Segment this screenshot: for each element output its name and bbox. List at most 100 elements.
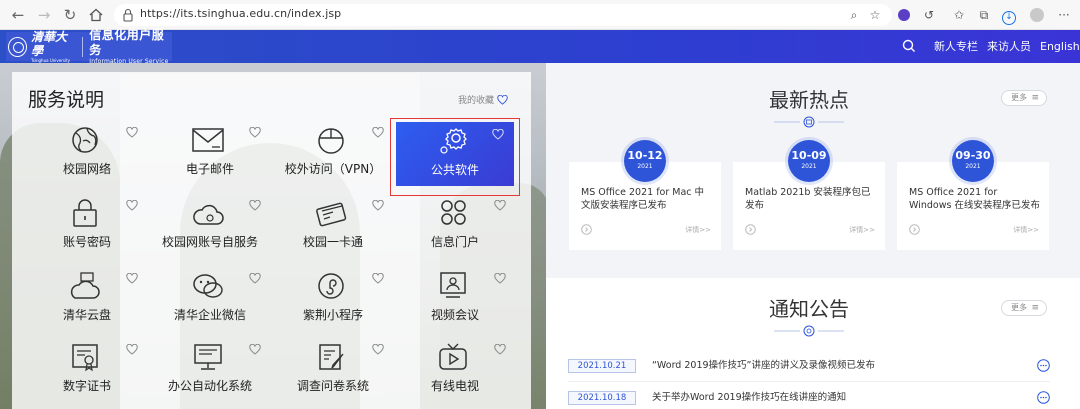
forward-icon[interactable]: → <box>34 5 54 25</box>
service-tile-label: 校园网账号自服务 <box>161 235 258 249</box>
logo-divider <box>82 36 84 57</box>
service-tile[interactable]: 校园网络 <box>26 120 148 190</box>
hot-news-title[interactable]: MS Office 2021 for Mac 中文版安装程序已发布 <box>581 186 713 212</box>
hot-news-title[interactable]: MS Office 2021 for Windows 在线安装程序已发布 <box>909 186 1041 212</box>
service-tile[interactable]: 数字证书 <box>26 337 148 407</box>
cloud-gear-icon <box>190 198 226 228</box>
notice-title: 通知公告 <box>769 297 849 321</box>
service-tile-label: 调查问卷系统 <box>296 379 369 393</box>
more-dots-icon[interactable] <box>1037 359 1050 372</box>
favorite-heart-icon[interactable] <box>249 123 261 138</box>
notice-text[interactable]: 关于举办Word 2019操作技巧在线讲座的通知 <box>652 391 846 405</box>
service-tile[interactable]: 账号密码 <box>26 193 148 263</box>
service-tile[interactable]: 信息门户 <box>394 193 516 263</box>
service-tile-label: 视频会议 <box>430 308 479 322</box>
service-tile-label: 清华云盘 <box>62 308 111 322</box>
notice-date: 2021.10.18 <box>568 391 636 405</box>
service-tile[interactable]: 有线电视 <box>394 337 516 407</box>
favorite-heart-icon[interactable] <box>126 340 138 355</box>
service-tile[interactable]: 清华企业微信 <box>149 266 271 336</box>
service-tile[interactable]: 校外访问（VPN） <box>272 120 394 190</box>
site-header: 清華大學 Tsinghua University 信息化用户服务 Informa… <box>0 28 1080 65</box>
zoom-icon[interactable]: ⌕ <box>845 6 863 24</box>
collections-icon[interactable]: ⧉ <box>975 6 993 24</box>
heart-icon <box>497 94 508 105</box>
more-dots-icon[interactable] <box>1037 391 1050 404</box>
favorite-heart-icon[interactable] <box>494 340 506 355</box>
favorites-icon[interactable]: ✩ <box>950 6 968 24</box>
more-menu-icon[interactable]: ··· <box>1055 6 1073 24</box>
download-icon[interactable]: ↓ <box>1000 6 1018 25</box>
lock-icon <box>123 8 133 22</box>
cloud-disk-icon <box>67 271 103 301</box>
hot-news-detail-link[interactable]: 详情>> <box>1013 225 1039 235</box>
favorite-heart-icon[interactable] <box>249 340 261 355</box>
favorite-heart-icon[interactable] <box>372 269 384 284</box>
favorite-heart-icon[interactable] <box>372 340 384 355</box>
service-tile[interactable]: 视频会议 <box>394 266 516 336</box>
arrow-circle-icon[interactable] <box>745 224 756 235</box>
profile-avatar[interactable] <box>1028 6 1046 24</box>
service-tile-label: 校园一卡通 <box>302 235 363 249</box>
hot-news-year: 2021 <box>965 163 981 170</box>
hot-more-button[interactable]: 更多 <box>1001 90 1047 106</box>
hot-news-date: 10-09 <box>791 149 827 162</box>
notice-divider <box>568 381 1050 382</box>
home-icon[interactable] <box>86 5 106 25</box>
favorite-heart-icon[interactable] <box>249 269 261 284</box>
service-tile[interactable]: 校园一卡通 <box>272 193 394 263</box>
search-icon[interactable] <box>901 38 917 54</box>
nav-newcomers[interactable]: 新人专栏 <box>934 39 978 54</box>
notice-more-button[interactable]: 更多 <box>1001 300 1047 316</box>
favorite-heart-icon[interactable] <box>494 269 506 284</box>
selection-highlight-box <box>390 118 520 196</box>
reload-icon[interactable]: ↻ <box>60 5 80 25</box>
nav-visitors[interactable]: 来访人员 <box>987 39 1031 54</box>
service-tile[interactable]: 紫荆小程序 <box>272 266 394 336</box>
my-favorites-link[interactable]: 我的收藏 <box>458 93 508 106</box>
browser-toolbar: ← → ↻ https://its.tsinghua.edu.cn/index.… <box>0 0 1080 30</box>
hot-news-detail-link[interactable]: 详情>> <box>849 225 875 235</box>
hot-news-date-badge: 10-09 2021 <box>788 140 830 182</box>
envelope-icon <box>190 125 226 155</box>
grid-icon <box>435 198 471 228</box>
title-decoration-icon <box>774 116 844 128</box>
hot-news-year: 2021 <box>637 163 653 170</box>
services-title: 服务说明 <box>28 89 105 111</box>
notice-text[interactable]: “Word 2019操作技巧”讲座的讲义及录像视频已发布 <box>652 359 875 373</box>
hot-news-detail-link[interactable]: 详情>> <box>685 225 711 235</box>
arrow-circle-icon[interactable] <box>581 224 592 235</box>
extension-icon[interactable] <box>895 6 913 24</box>
service-tile[interactable]: 办公自动化系统 <box>149 337 271 407</box>
favorite-heart-icon[interactable] <box>249 196 261 211</box>
favorite-heart-icon[interactable] <box>126 196 138 211</box>
hot-news-date-badge: 10-12 2021 <box>624 140 666 182</box>
tv-icon <box>435 342 471 372</box>
favorite-heart-icon[interactable] <box>372 123 384 138</box>
service-tile-label: 紫荆小程序 <box>302 308 363 322</box>
address-bar[interactable]: https://its.tsinghua.edu.cn/index.jsp <box>114 4 892 26</box>
notice-row[interactable]: 2021.10.21 “Word 2019操作技巧”讲座的讲义及录像视频已发布 <box>568 359 1050 382</box>
favorite-heart-icon[interactable] <box>126 269 138 284</box>
vpn-icon <box>313 125 349 155</box>
favorite-heart-icon[interactable] <box>126 123 138 138</box>
service-tile[interactable]: 清华云盘 <box>26 266 148 336</box>
service-tile[interactable]: 电子邮件 <box>149 120 271 190</box>
notice-date: 2021.10.21 <box>568 359 636 373</box>
nav-english[interactable]: English <box>1040 39 1080 54</box>
arrow-circle-icon[interactable] <box>909 224 920 235</box>
service-title: 信息化用户服务 <box>89 27 165 57</box>
hot-news-date: 09-30 <box>955 149 991 162</box>
service-tile-label: 有线电视 <box>430 379 479 393</box>
refresh-extension-icon[interactable]: ↺ <box>920 6 938 24</box>
back-icon[interactable]: ← <box>8 5 28 25</box>
hot-news-title[interactable]: Matlab 2021b 安装程序包已发布 <box>745 186 877 212</box>
favorite-star-icon[interactable]: ☆ <box>866 6 884 24</box>
notice-row[interactable]: 2021.10.18 关于举办Word 2019操作技巧在线讲座的通知 <box>568 391 1050 405</box>
favorite-heart-icon[interactable] <box>372 196 384 211</box>
site-logo[interactable]: 清華大學 Tsinghua University 信息化用户服务 Informa… <box>6 28 172 65</box>
service-tile[interactable]: 校园网账号自服务 <box>149 193 271 263</box>
hot-title: 最新热点 <box>769 88 849 112</box>
service-tile[interactable]: 调查问卷系统 <box>272 337 394 407</box>
favorite-heart-icon[interactable] <box>494 196 506 211</box>
